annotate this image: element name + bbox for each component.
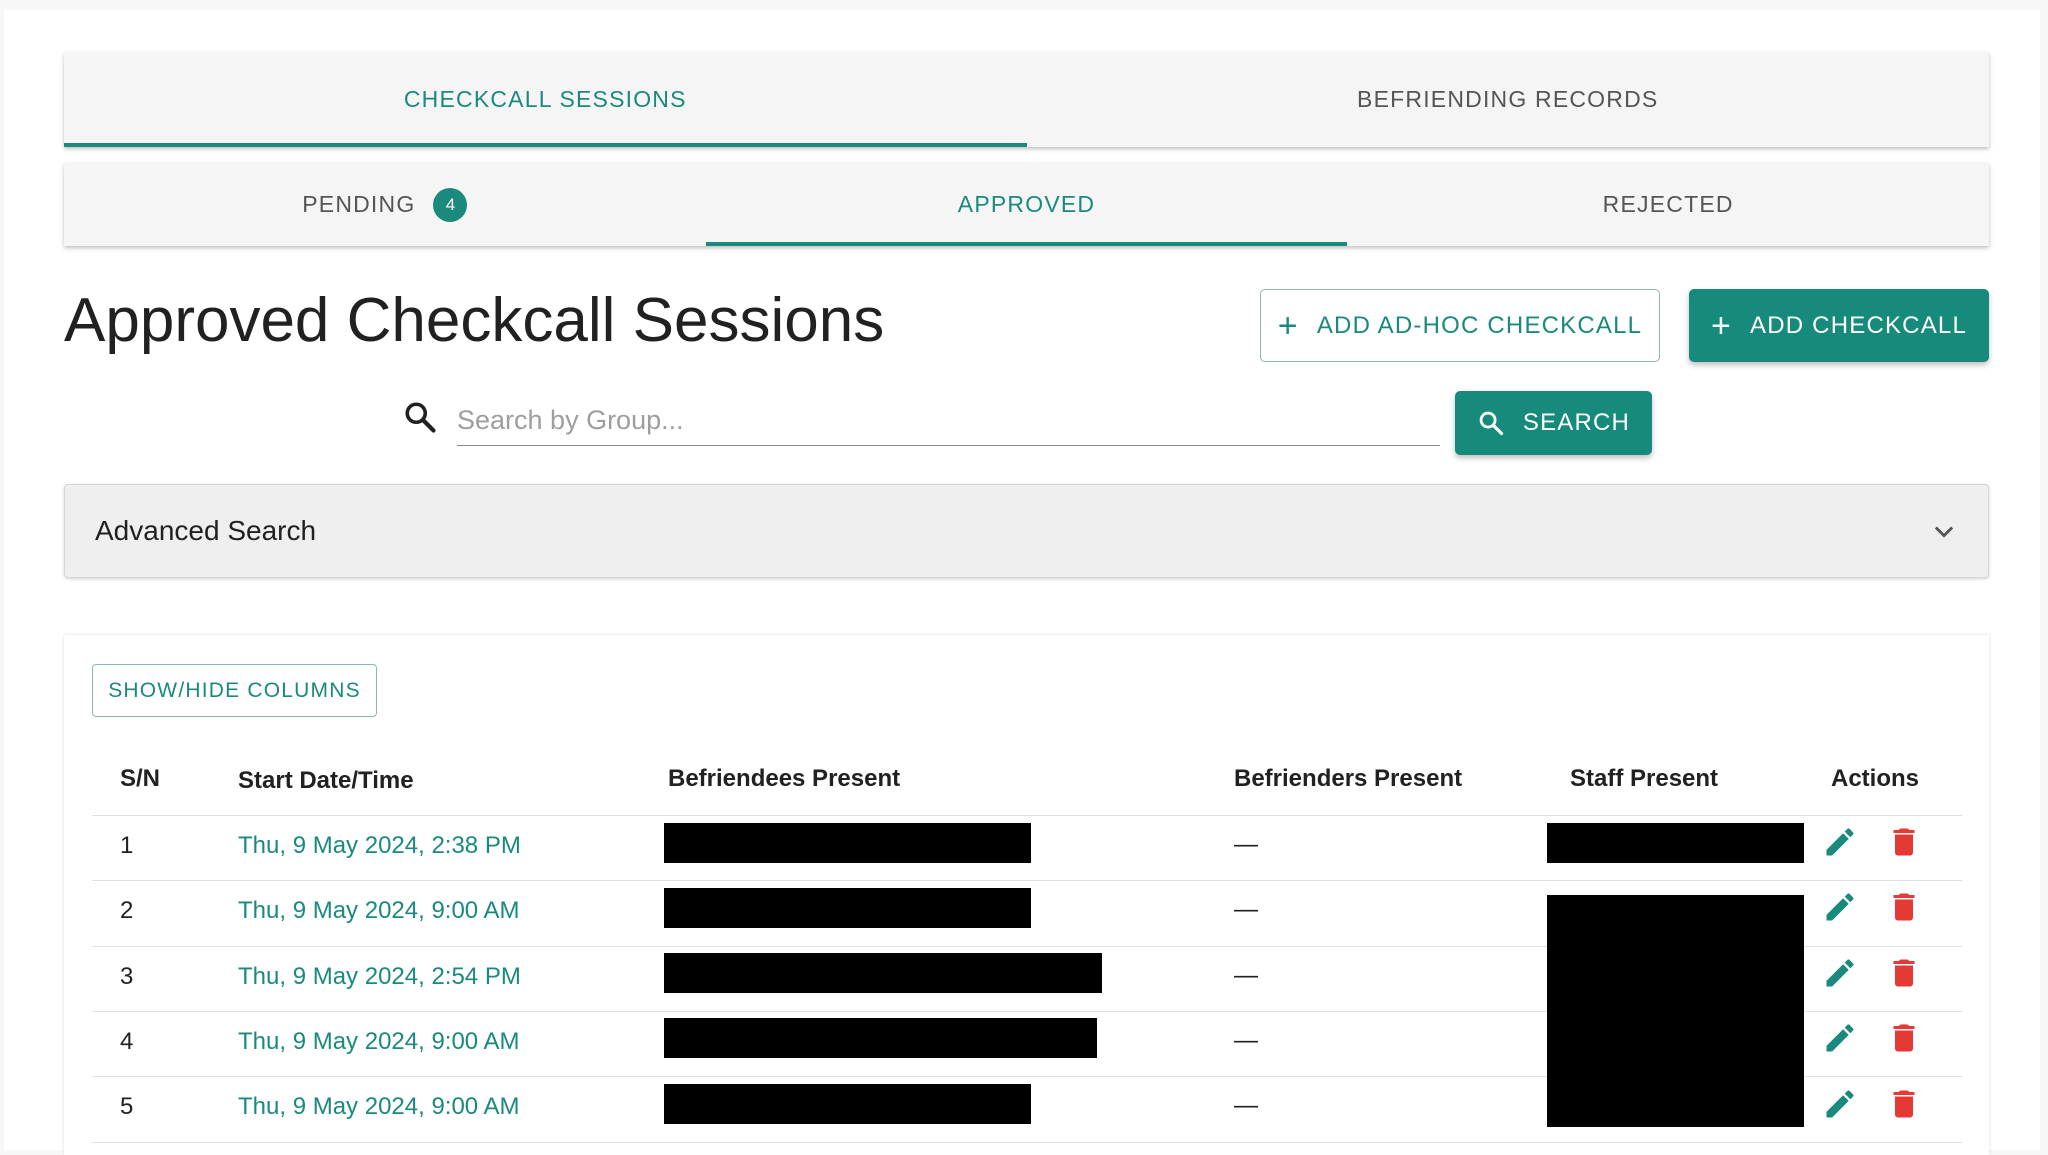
page: CHECKCALL SESSIONS BEFRIENDING RECORDS P… bbox=[4, 10, 2040, 1155]
column-header-start-datetime: Start Date/Time bbox=[238, 767, 414, 794]
plus-icon: + bbox=[1277, 306, 1299, 345]
row-start-datetime-link[interactable]: Thu, 9 May 2024, 9:00 AM bbox=[238, 897, 520, 925]
tab-befriending-records[interactable]: BEFRIENDING RECORDS bbox=[1027, 52, 1990, 147]
search-icon bbox=[405, 402, 436, 433]
redacted-staff bbox=[1547, 823, 1804, 863]
advanced-search-label: Advanced Search bbox=[95, 515, 317, 546]
main-tabs: CHECKCALL SESSIONS BEFRIENDING RECORDS bbox=[64, 52, 1989, 147]
button-label: SHOW/HIDE COLUMNS bbox=[108, 678, 361, 702]
trash-icon[interactable] bbox=[1886, 1020, 1922, 1056]
tab-label: APPROVED bbox=[957, 191, 1096, 217]
tab-label: CHECKCALL SESSIONS bbox=[403, 86, 687, 112]
page-title: Approved Checkcall Sessions bbox=[64, 286, 885, 355]
row-start-datetime-link[interactable]: Thu, 9 May 2024, 9:00 AM bbox=[238, 1028, 520, 1056]
search-button[interactable]: SEARCH bbox=[1455, 391, 1652, 455]
row-start-datetime-link[interactable]: Thu, 9 May 2024, 2:38 PM bbox=[238, 832, 521, 860]
pencil-icon[interactable] bbox=[1822, 1086, 1858, 1122]
status-tabs: PENDING 4 APPROVED REJECTED bbox=[64, 163, 1989, 246]
row-befrienders: — bbox=[1234, 962, 1258, 989]
tab-label: PENDING bbox=[302, 191, 416, 217]
redacted-staff bbox=[1547, 895, 1804, 1127]
redacted-befriendees bbox=[664, 888, 1031, 928]
trash-icon[interactable] bbox=[1886, 824, 1922, 860]
row-start-datetime-link[interactable]: Thu, 9 May 2024, 2:54 PM bbox=[238, 963, 521, 991]
column-header-sn: S/N bbox=[120, 765, 161, 792]
trash-icon[interactable] bbox=[1886, 889, 1922, 925]
column-header-befriendees: Befriendees Present bbox=[668, 765, 901, 792]
row-befrienders: — bbox=[1234, 831, 1258, 858]
show-hide-columns-button[interactable]: SHOW/HIDE COLUMNS bbox=[92, 664, 377, 717]
column-header-staff: Staff Present bbox=[1570, 765, 1719, 792]
row-befrienders: — bbox=[1234, 896, 1258, 923]
tab-pending[interactable]: PENDING 4 bbox=[64, 163, 706, 246]
plus-icon: + bbox=[1710, 306, 1733, 345]
row-sn: 5 bbox=[120, 1093, 134, 1120]
search-input[interactable] bbox=[457, 396, 1440, 446]
tab-checkcall-sessions[interactable]: CHECKCALL SESSIONS bbox=[64, 52, 1027, 147]
advanced-search-panel[interactable]: Advanced Search bbox=[64, 484, 1989, 578]
tab-label: REJECTED bbox=[1602, 191, 1734, 217]
row-sn: 3 bbox=[120, 963, 134, 990]
button-label: ADD CHECKCALL bbox=[1750, 311, 1968, 339]
chevron-down-icon bbox=[1934, 526, 1954, 538]
trash-icon[interactable] bbox=[1886, 955, 1922, 991]
pencil-icon[interactable] bbox=[1822, 889, 1858, 925]
row-sn: 4 bbox=[120, 1028, 134, 1055]
sessions-table-card: SHOW/HIDE COLUMNS S/N Start Date/Time Be… bbox=[64, 635, 1989, 1155]
add-checkcall-button[interactable]: + ADD CHECKCALL bbox=[1689, 289, 1989, 362]
button-label: SEARCH bbox=[1522, 409, 1631, 436]
button-label: ADD AD-HOC CHECKCALL bbox=[1316, 311, 1643, 339]
row-divider bbox=[92, 1142, 1962, 1143]
trash-icon[interactable] bbox=[1886, 1086, 1922, 1122]
redacted-befriendees bbox=[664, 1018, 1097, 1058]
tab-label: BEFRIENDING RECORDS bbox=[1357, 86, 1659, 112]
redacted-befriendees bbox=[664, 823, 1031, 863]
search-icon bbox=[1479, 411, 1504, 436]
redacted-befriendees bbox=[664, 953, 1102, 993]
pencil-icon[interactable] bbox=[1822, 955, 1858, 991]
row-divider bbox=[92, 880, 1962, 881]
header-divider bbox=[92, 815, 1962, 816]
pending-count-badge: 4 bbox=[433, 187, 468, 222]
add-adhoc-checkcall-button[interactable]: + ADD AD-HOC CHECKCALL bbox=[1260, 289, 1660, 362]
row-sn: 2 bbox=[120, 897, 134, 924]
redacted-befriendees bbox=[664, 1084, 1031, 1124]
tab-approved[interactable]: APPROVED bbox=[705, 163, 1348, 246]
pencil-icon[interactable] bbox=[1822, 1020, 1858, 1056]
column-header-actions: Actions bbox=[1831, 765, 1920, 792]
row-befrienders: — bbox=[1234, 1027, 1258, 1054]
column-header-befrienders: Befrienders Present bbox=[1234, 765, 1463, 792]
pencil-icon[interactable] bbox=[1822, 824, 1858, 860]
row-befrienders: — bbox=[1234, 1092, 1258, 1119]
row-start-datetime-link[interactable]: Thu, 9 May 2024, 9:00 AM bbox=[238, 1093, 520, 1121]
row-sn: 1 bbox=[120, 832, 134, 859]
tab-rejected[interactable]: REJECTED bbox=[1347, 163, 1989, 246]
